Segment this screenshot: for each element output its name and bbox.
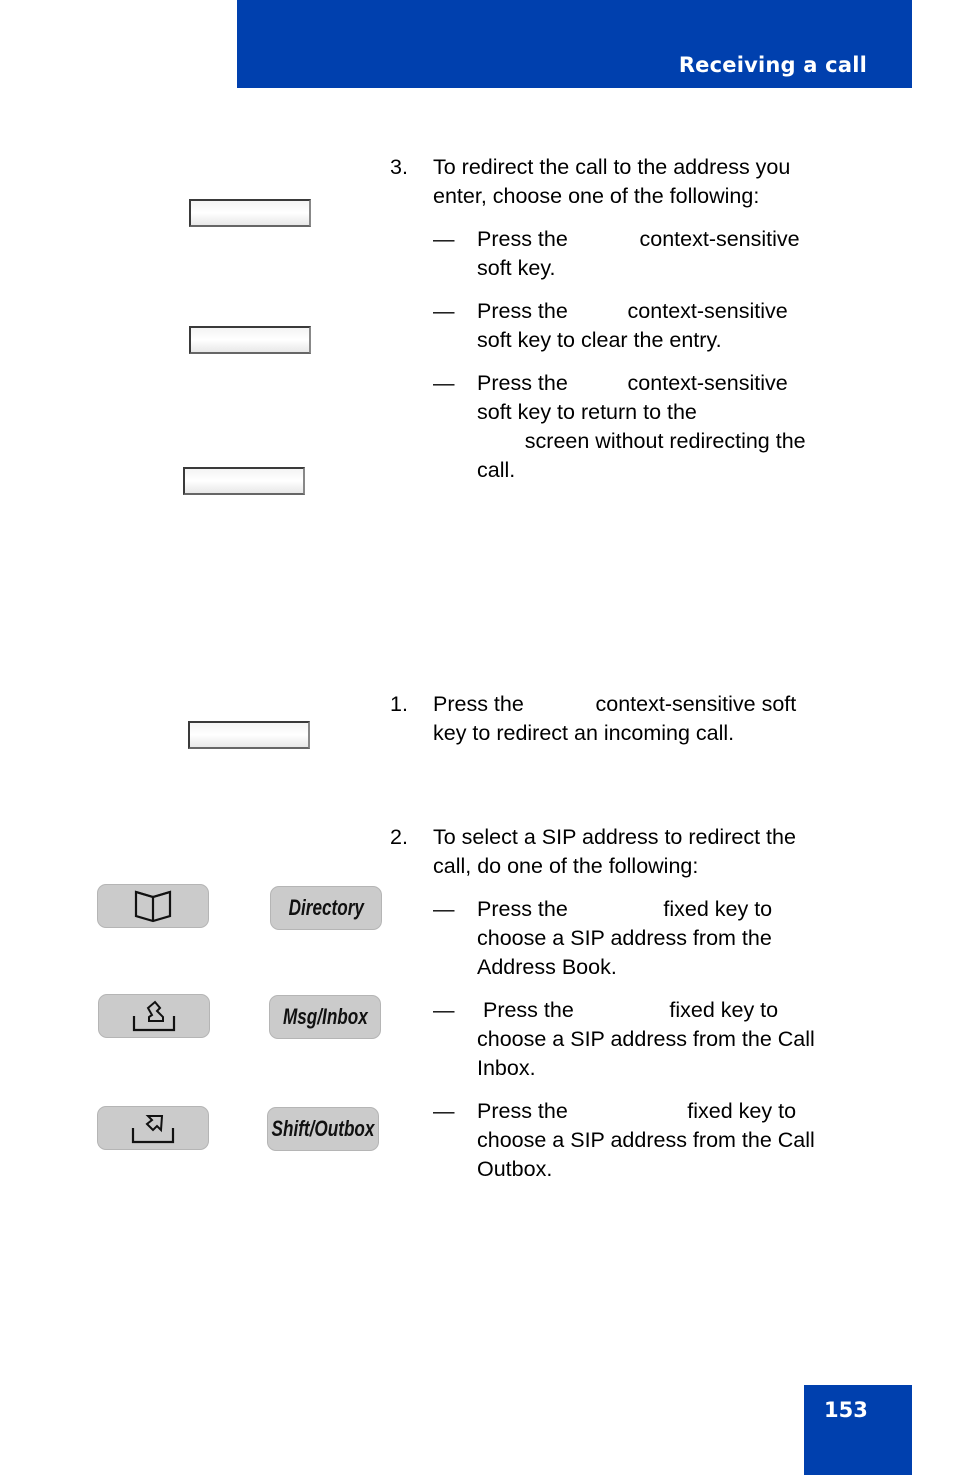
inbox-key-label: Msg/Inbox (282, 1004, 368, 1029)
inbox-key: Msg/Inbox (269, 995, 381, 1039)
text-line: choose a SIP address from the Call (477, 1128, 815, 1152)
tray-out-icon (131, 1115, 175, 1144)
dash-bullet: — (433, 1099, 455, 1123)
text-line: Address Book. (477, 955, 617, 979)
text-line: choose a SIP address from the Call (477, 1027, 815, 1051)
outbox-key-label: Shift/Outbox (271, 1116, 375, 1141)
directory-key: Directory (270, 886, 382, 930)
book-icon (134, 890, 172, 923)
text-line: Press the context-sensitive (477, 227, 800, 251)
inbox-icon-key (98, 994, 210, 1038)
outbox-key: Shift/Outbox (267, 1107, 379, 1151)
step-text: To redirect the call to the address you … (433, 153, 790, 211)
soft-key-clear (189, 326, 311, 354)
step-number: 2. (390, 825, 408, 849)
soft-key-ok (189, 199, 311, 227)
text-line: Press the fixed key to (477, 998, 779, 1022)
text-line: soft key to clear the entry. (477, 328, 722, 352)
step-number: 1. (390, 692, 408, 716)
text-line: Press the fixed key to (477, 1099, 797, 1123)
directory-icon-key (97, 884, 209, 928)
text-line: To redirect the call to the address you (433, 155, 791, 179)
text-line: call, do one of the following: (433, 854, 699, 878)
header-title: Receiving a call (678, 53, 867, 77)
header-bar: Receiving a call (237, 0, 912, 88)
dash-bullet: — (433, 897, 455, 921)
text-line: choose a SIP address from the (477, 926, 772, 950)
page-number: 153 (824, 1398, 868, 1422)
dash-bullet: — (433, 998, 455, 1022)
text-line: Outbox. (477, 1157, 553, 1181)
tray-in-icon (132, 1000, 176, 1032)
text-line: Press the context-sensitive (477, 371, 788, 395)
text-line: soft key. (477, 256, 556, 280)
text-line: soft key to return to the (477, 400, 697, 424)
text-line: key to redirect an incoming call. (433, 721, 735, 745)
dash-bullet: — (433, 371, 455, 395)
text-line: call. (477, 458, 516, 482)
directory-key-label: Directory (288, 895, 364, 920)
text-line: Press the context-sensitive soft (433, 692, 797, 716)
text-line: To select a SIP address to redirect the (433, 825, 796, 849)
outbox-icon-key (97, 1106, 209, 1150)
page-number-box: 153 (804, 1385, 912, 1475)
text-line: Press the fixed key to (477, 897, 773, 921)
dash-bullet: — (433, 227, 455, 251)
soft-key-cancel (183, 467, 305, 495)
text-line: Press the context-sensitive (477, 299, 788, 323)
soft-key-redirect (188, 721, 310, 749)
text-line: Inbox. (477, 1056, 536, 1080)
step-number: 3. (390, 155, 408, 179)
text-line: screen without redirecting the (477, 429, 806, 453)
text-line: enter, choose one of the following: (433, 184, 760, 208)
dash-bullet: — (433, 299, 455, 323)
